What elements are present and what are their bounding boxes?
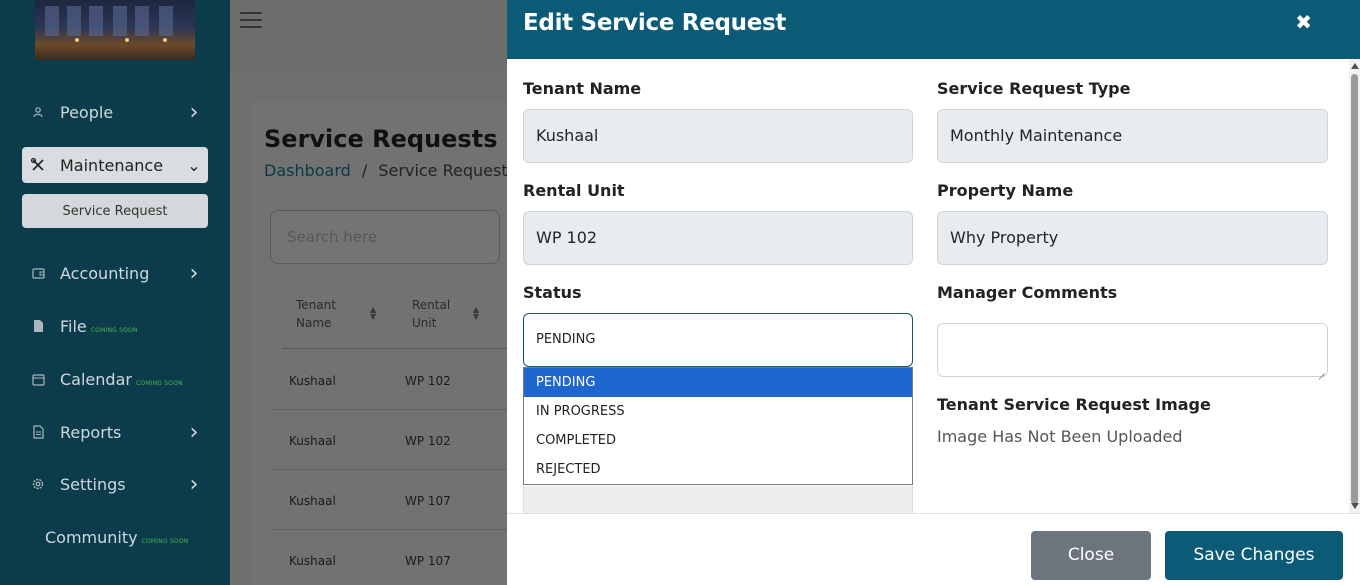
column-header-rental-unit[interactable]: Rental Unit [412,296,462,332]
scroll-up-arrow-icon[interactable] [1351,63,1359,69]
sort-icon[interactable]: ▲ ▼ [370,306,376,321]
modal-scrollbar[interactable] [1349,59,1360,513]
table-cell-unit: WP 107 [405,554,451,568]
status-select[interactable]: PENDING [523,313,913,367]
sidebar-item-community[interactable]: Community COMING SOON [45,519,215,555]
edit-service-request-modal: Edit Service Request ✖ Tenant Name Kusha… [507,0,1360,585]
sidebar-item-calendar[interactable]: Calendar COMING SOON [22,361,208,397]
column-header-tenant-name[interactable]: Tenant Name [296,296,356,332]
scroll-down-arrow-icon[interactable] [1351,503,1359,509]
resize-handle-icon[interactable] [1317,366,1325,374]
chevron-right-icon: › [189,260,199,286]
property-name-label: Property Name [937,181,1074,200]
table-cell-unit: WP 107 [405,494,451,508]
coming-soon-badge: COMING SOON [141,537,189,545]
status-label: Status [523,283,582,302]
row-divider [270,529,510,530]
table-header-divider [282,348,512,349]
close-button[interactable]: Close [1031,531,1151,580]
breadcrumb: Dashboard / Service Requests [264,161,516,180]
sidebar-item-label: Maintenance [60,155,164,175]
status-option-completed[interactable]: COMPLETED [524,426,912,455]
hamburger-menu-icon[interactable] [240,12,262,30]
sidebar: People › Maintenance ⌄ Service Request A… [0,0,230,585]
file-icon [22,319,54,333]
tenant-image-label: Tenant Service Request Image [937,395,1211,414]
calendar-icon [22,373,54,386]
table-cell-tenant: Kushaal [289,434,336,448]
status-option-pending[interactable]: PENDING [524,368,912,397]
sidebar-item-reports[interactable]: Reports › [22,414,208,450]
breadcrumb-dashboard-link[interactable]: Dashboard [264,161,351,180]
sidebar-item-people[interactable]: People › [22,94,208,130]
status-dropdown: PENDING IN PROGRESS COMPLETED REJECTED [523,367,913,485]
service-type-label: Service Request Type [937,79,1131,98]
tenant-name-field: Kushaal [523,109,913,163]
wallet-icon [22,267,54,279]
coming-soon-badge: COMING SOON [90,326,138,334]
chevron-right-icon: › [189,99,199,125]
person-icon [22,106,54,118]
service-type-field: Monthly Maintenance [937,109,1328,163]
sidebar-item-label: Accounting [60,263,150,283]
close-icon[interactable]: ✖ [1295,10,1312,34]
table-cell-tenant: Kushaal [289,374,336,388]
sidebar-item-label: Calendar [60,369,132,389]
status-option-rejected[interactable]: REJECTED [524,455,912,484]
chevron-right-icon: › [189,471,199,497]
rental-unit-field: WP 102 [523,211,913,265]
sidebar-item-maintenance[interactable]: Maintenance ⌄ [22,147,208,183]
report-icon [22,425,54,439]
sidebar-item-settings[interactable]: Settings › [22,466,208,502]
sidebar-item-label: Community [45,527,138,547]
sidebar-item-label: Reports [60,422,122,442]
save-changes-button[interactable]: Save Changes [1165,531,1343,580]
gear-icon [22,477,54,491]
logo-image [35,0,195,60]
table-cell-tenant: Kushaal [289,494,336,508]
breadcrumb-separator: / [361,161,368,180]
sidebar-item-label: File [60,316,87,336]
status-option-in-progress[interactable]: IN PROGRESS [524,397,912,426]
manager-comments-textarea[interactable] [937,323,1328,377]
breadcrumb-current: Service Requests [378,161,516,180]
modal-body: Tenant Name Kushaal Service Request Type… [507,59,1349,513]
property-name-field: Why Property [937,211,1328,265]
scrollbar-thumb[interactable] [1351,74,1358,504]
chevron-right-icon: › [189,419,199,445]
modal-header: Edit Service Request ✖ [507,0,1360,59]
table-cell-unit: WP 102 [405,434,451,448]
image-status-text: Image Has Not Been Uploaded [937,427,1183,446]
table-cell-tenant: Kushaal [289,554,336,568]
tools-icon [22,157,54,173]
row-divider [270,409,510,410]
sidebar-item-label: People [60,102,114,122]
coming-soon-badge: COMING SOON [135,379,183,387]
sidebar-item-label: Settings [60,474,126,494]
page-title: Service Requests [264,125,498,153]
modal-footer: Close Save Changes [507,513,1360,585]
search-input[interactable]: Search here [270,210,500,264]
row-divider [270,469,510,470]
table-cell-unit: WP 102 [405,374,451,388]
chevron-down-icon: ⌄ [187,155,201,175]
sidebar-item-file[interactable]: File COMING SOON [22,308,208,344]
manager-comments-label: Manager Comments [937,283,1118,302]
rental-unit-label: Rental Unit [523,181,625,200]
tenant-name-label: Tenant Name [523,79,642,98]
sidebar-item-accounting[interactable]: Accounting › [22,255,208,291]
field-behind-dropdown [523,486,913,513]
sort-icon[interactable]: ▲ ▼ [473,306,479,321]
modal-title: Edit Service Request [523,10,787,36]
sidebar-subitem-service-request[interactable]: Service Request [22,194,208,228]
